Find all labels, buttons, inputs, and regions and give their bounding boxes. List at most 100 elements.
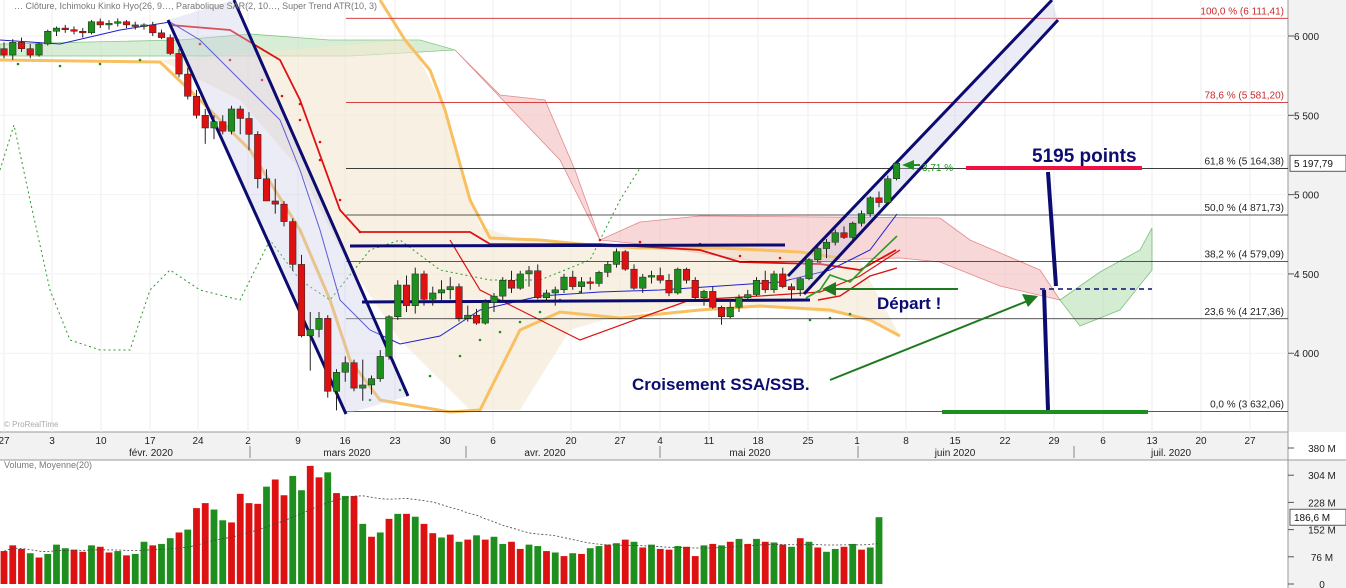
sar-dot [338, 198, 342, 202]
sar-dot [738, 254, 742, 258]
volume-bar [866, 547, 874, 584]
date-tick-label: 27 [614, 436, 626, 447]
volume-bar [630, 541, 638, 584]
candle-body [840, 232, 848, 238]
candle-body [674, 268, 682, 294]
fib-label: 0,0 % (3 632,06) [1210, 400, 1284, 411]
volume-bar [516, 548, 524, 584]
candle-body [280, 203, 288, 222]
date-tick-label: 20 [1195, 436, 1207, 447]
candle-body [105, 23, 113, 26]
volume-bar [700, 545, 708, 584]
candle-body [236, 108, 244, 119]
candle-body [44, 30, 52, 45]
candle-body [420, 273, 428, 300]
volume-bar [149, 545, 157, 584]
candle-body [262, 178, 271, 202]
points-label: 5195 points [1032, 146, 1137, 167]
volume-bar [473, 535, 480, 584]
volume-legend-text: Volume, Moyenne(20) [4, 460, 92, 470]
candle-body [472, 314, 481, 324]
volume-tick-label: 0 [1319, 580, 1325, 588]
volume-bar [315, 477, 323, 584]
candle-body [79, 30, 87, 34]
candle-body [805, 259, 813, 279]
candle-body [455, 286, 463, 319]
candle-body [437, 289, 446, 294]
volume-bar [656, 548, 664, 584]
volume-bar [35, 557, 43, 584]
date-tick-label: 29 [1048, 436, 1060, 447]
date-tick-label: 15 [949, 436, 961, 447]
month-label: avr. 2020 [524, 448, 566, 459]
candle-body [577, 281, 586, 287]
date-tick-label: 17 [144, 436, 156, 447]
volume-bar [368, 536, 375, 584]
candle-body [560, 276, 568, 291]
volume-bar [490, 536, 498, 584]
volume-bar [551, 552, 559, 584]
date-tick-label: 18 [752, 436, 764, 447]
volume-bar [525, 544, 533, 584]
volume-bar [158, 543, 165, 584]
sar-dot [318, 158, 322, 162]
candle-body [87, 21, 96, 34]
candle-body [490, 295, 498, 303]
candle-body [315, 318, 323, 330]
volume-bar [289, 475, 297, 584]
date-tick-label: 9 [295, 436, 301, 447]
candle-body [796, 278, 804, 291]
candle-body [525, 270, 533, 275]
volume-bar [210, 509, 218, 584]
legend-text: … Clôture, Ichimoku Kinko Hyo(26, 9…, Pa… [14, 1, 377, 11]
volume-bar [779, 544, 787, 584]
volume-bar [840, 546, 848, 584]
candle-body [297, 264, 306, 337]
candle-body [682, 268, 691, 281]
candle-body [140, 24, 148, 27]
price-tick-label: 5 000 [1294, 191, 1319, 202]
volume-bar [744, 543, 752, 584]
candle-body [884, 178, 892, 203]
volume-bar [648, 544, 655, 584]
volume-bar [613, 543, 620, 584]
volume-bar [814, 547, 822, 584]
candle-body [621, 251, 629, 270]
resistance-line [349, 243, 786, 248]
volume-bar [709, 543, 717, 584]
candle-body [394, 284, 402, 318]
date-tick-label: 23 [389, 436, 401, 447]
candle-body [656, 275, 664, 281]
volume-bar [481, 539, 489, 584]
candle-body [595, 272, 603, 284]
candle-body [761, 280, 769, 291]
volume-bar [306, 465, 314, 584]
volume-bar [595, 546, 603, 584]
volume-bar [105, 552, 113, 584]
candle-body [149, 24, 157, 34]
month-label: mars 2020 [323, 448, 371, 459]
volume-bar [236, 493, 244, 584]
volume-bar [324, 472, 332, 584]
volume-bar [411, 516, 419, 584]
sar-dot [98, 62, 102, 66]
date-tick-label: 8 [903, 436, 909, 447]
volume-bar [61, 548, 69, 584]
volume-bar [569, 553, 577, 584]
sar-dot [298, 102, 302, 106]
candle-body [96, 21, 104, 26]
volume-bar [44, 553, 52, 584]
candle-body [157, 32, 166, 38]
volume-bar [254, 503, 262, 584]
volume-bar [385, 518, 393, 584]
volume-bar [341, 495, 349, 584]
volume-bar [193, 508, 200, 584]
volume-bar [219, 520, 227, 584]
candle-body [770, 273, 778, 291]
volume-bar [770, 542, 778, 584]
volume-bar [805, 541, 813, 584]
volume-bar [429, 533, 437, 584]
candle-body [665, 280, 673, 294]
sar-dot [598, 238, 602, 242]
last-volume-label: 186,6 M [1294, 513, 1330, 524]
